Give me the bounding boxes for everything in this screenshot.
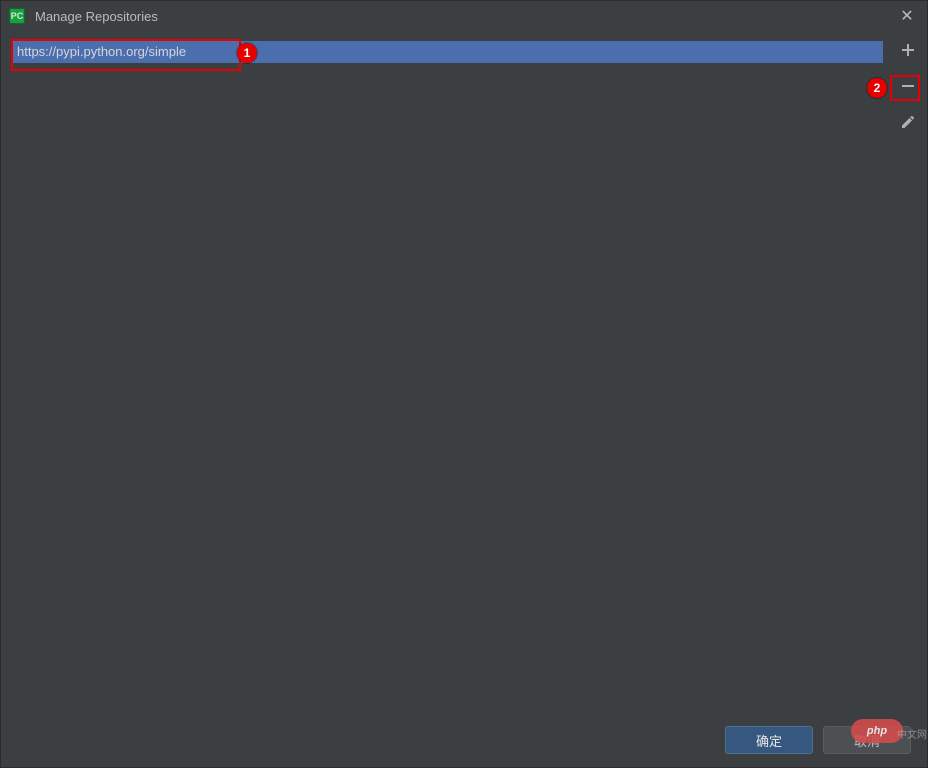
- ok-button-label: 确定: [756, 731, 782, 750]
- add-button[interactable]: [897, 41, 919, 63]
- repository-list[interactable]: https://pypi.python.org/simple: [11, 41, 883, 703]
- side-toolbar: [889, 31, 927, 713]
- minus-icon: [900, 78, 916, 99]
- window-title: Manage Repositories: [35, 9, 158, 24]
- dialog-footer: 确定 取消 php 中文网: [1, 713, 927, 767]
- pencil-icon: [900, 114, 916, 135]
- repository-list-area: https://pypi.python.org/simple: [1, 31, 889, 713]
- close-button[interactable]: ✕: [887, 1, 927, 31]
- edit-button[interactable]: [897, 113, 919, 135]
- repository-row[interactable]: https://pypi.python.org/simple: [11, 41, 883, 63]
- ok-button[interactable]: 确定: [725, 726, 813, 754]
- titlebar: PC Manage Repositories ✕: [1, 1, 927, 31]
- dialog-body: https://pypi.python.org/simple: [1, 31, 927, 713]
- app-icon: PC: [9, 8, 25, 24]
- manage-repositories-dialog: PC Manage Repositories ✕ https://pypi.py…: [0, 0, 928, 768]
- remove-button[interactable]: [897, 77, 919, 99]
- cancel-button[interactable]: 取消: [823, 726, 911, 754]
- repository-url: https://pypi.python.org/simple: [17, 44, 186, 59]
- plus-icon: [900, 42, 916, 63]
- close-icon: ✕: [900, 6, 913, 26]
- cancel-button-label: 取消: [854, 731, 880, 750]
